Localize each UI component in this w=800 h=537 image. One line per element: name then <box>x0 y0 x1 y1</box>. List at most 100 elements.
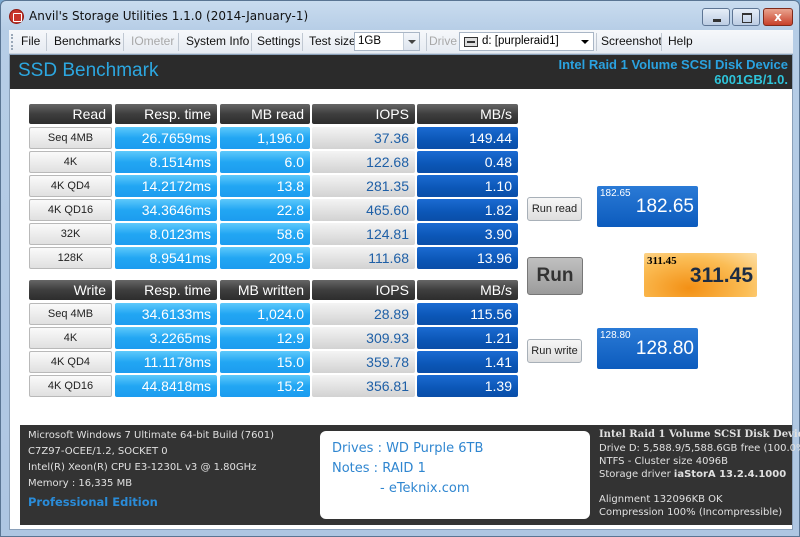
menu-iometer[interactable]: IOmeter <box>131 34 174 48</box>
benchmark-header: SSD Benchmark Intel Raid 1 Volume SCSI D… <box>10 55 792 89</box>
menu-file[interactable]: File <box>21 34 40 48</box>
toolbar-grip-icon[interactable] <box>11 34 14 50</box>
write-header-mbs: MB/s <box>417 280 518 300</box>
write-iops: 359.78 <box>312 351 415 373</box>
write-resp-time: 11.1178ms <box>115 351 217 373</box>
write-iops: 28.89 <box>312 303 415 325</box>
device-name: Intel Raid 1 Volume SCSI Disk Device <box>558 57 788 72</box>
read-resp-time: 14.2172ms <box>115 175 217 197</box>
close-icon: x <box>774 10 782 24</box>
write-resp-time: 44.8418ms <box>115 375 217 397</box>
read-test-button[interactable]: Seq 4MB <box>29 127 112 149</box>
menu-settings[interactable]: Settings <box>257 34 300 48</box>
read-score: 182.65 <box>635 196 694 217</box>
drive-dropdown[interactable]: d: [purpleraid1] <box>459 32 594 51</box>
read-test-button[interactable]: 4K QD4 <box>29 175 112 197</box>
storage-driver-value: iaStorA 13.2.4.1000 <box>673 469 787 480</box>
read-score-small: 182.65 <box>600 188 631 199</box>
write-mb: 1,024.0 <box>220 303 310 325</box>
menu-separator <box>661 33 662 51</box>
read-mb: 1,196.0 <box>220 127 310 149</box>
write-test-button[interactable]: 4K QD4 <box>29 351 112 373</box>
menu-help[interactable]: Help <box>668 34 693 48</box>
read-resp-time: 8.1514ms <box>115 151 217 173</box>
write-score: 128.80 <box>635 338 694 359</box>
read-resp-time: 8.9541ms <box>115 247 217 269</box>
write-test-button[interactable]: 4K <box>29 327 112 349</box>
read-test-button[interactable]: 32K <box>29 223 112 245</box>
chevron-down-icon[interactable] <box>403 33 419 50</box>
run-button[interactable]: Run <box>527 257 583 295</box>
read-header-resp: Resp. time <box>115 104 217 124</box>
read-mbs: 1.10 <box>417 175 518 197</box>
write-mb: 15.0 <box>220 351 310 373</box>
write-score-small: 128.80 <box>600 330 631 341</box>
read-mbs: 1.82 <box>417 199 518 221</box>
read-test-button[interactable]: 4K <box>29 151 112 173</box>
motherboard-info: C7Z97-OCEE/1.2, SOCKET 0 <box>28 446 168 457</box>
test-size-dropdown[interactable]: 1GB <box>354 32 420 51</box>
os-info: Microsoft Windows 7 Ultimate 64-bit Buil… <box>28 430 275 441</box>
read-header-mbs: MB/s <box>417 104 518 124</box>
write-iops: 356.81 <box>312 375 415 397</box>
read-header-test: Read <box>29 104 112 124</box>
close-button[interactable]: x <box>763 8 793 26</box>
read-mbs: 0.48 <box>417 151 518 173</box>
window-title: Anvil's Storage Utilities 1.1.0 (2014-Ja… <box>29 9 309 23</box>
read-mb: 22.8 <box>220 199 310 221</box>
read-resp-time: 8.0123ms <box>115 223 217 245</box>
menu-separator <box>302 33 303 51</box>
read-mb: 58.6 <box>220 223 310 245</box>
drive-filesystem: NTFS - Cluster size 4096B <box>599 456 729 467</box>
memory-info: Memory : 16,335 MB <box>28 478 133 489</box>
read-test-button[interactable]: 4K QD16 <box>29 199 112 221</box>
test-size-value: 1GB <box>358 35 382 47</box>
menu-system-info[interactable]: System Info <box>186 34 249 48</box>
menu-bar: File Benchmarks IOmeter System Info Sett… <box>9 30 793 54</box>
total-score: 311.45 <box>689 264 753 287</box>
read-iops: 122.68 <box>312 151 415 173</box>
maximize-button[interactable] <box>732 8 760 26</box>
test-size-label: Test size <box>309 34 356 48</box>
storage-driver-label: Storage driver <box>599 469 671 480</box>
chevron-down-icon[interactable] <box>577 33 593 50</box>
anvil-app-icon <box>9 9 24 24</box>
write-resp-time: 34.6133ms <box>115 303 217 325</box>
drive-free-space: Drive D: 5,588.9/5,588.6GB free (100.0%) <box>599 443 800 454</box>
write-mb: 12.9 <box>220 327 310 349</box>
main-panel: SSD Benchmark Intel Raid 1 Volume SCSI D… <box>9 54 800 530</box>
read-mbs: 13.96 <box>417 247 518 269</box>
edition-label: Professional Edition <box>28 495 158 509</box>
run-read-button[interactable]: Run read <box>527 197 582 221</box>
read-header-mb: MB read <box>220 104 310 124</box>
write-resp-time: 3.2265ms <box>115 327 217 349</box>
read-iops: 465.60 <box>312 199 415 221</box>
read-resp-time: 34.3646ms <box>115 199 217 221</box>
read-test-button[interactable]: 128K <box>29 247 112 269</box>
storage-driver: Storage driver iaStorA 13.2.4.1000 <box>599 469 786 480</box>
read-resp-time: 26.7659ms <box>115 127 217 149</box>
read-mb: 6.0 <box>220 151 310 173</box>
write-mbs: 1.39 <box>417 375 518 397</box>
write-header-resp: Resp. time <box>115 280 217 300</box>
write-mbs: 1.21 <box>417 327 518 349</box>
read-mb: 209.5 <box>220 247 310 269</box>
read-iops: 124.81 <box>312 223 415 245</box>
write-header-mb: MB written <box>220 280 310 300</box>
minimize-button[interactable] <box>702 8 730 26</box>
menu-benchmarks[interactable]: Benchmarks <box>54 34 121 48</box>
menu-separator <box>426 33 427 51</box>
notes-drives: Drives : WD Purple 6TB <box>332 441 484 456</box>
write-test-button[interactable]: 4K QD16 <box>29 375 112 397</box>
menu-screenshot[interactable]: Screenshot <box>601 34 662 48</box>
notes-box[interactable]: Drives : WD Purple 6TB Notes : RAID 1 - … <box>320 431 590 519</box>
menu-separator <box>596 33 597 51</box>
drive-compression: Compression 100% (Incompressible) <box>599 507 783 518</box>
write-test-button[interactable]: Seq 4MB <box>29 303 112 325</box>
menu-separator <box>46 33 47 51</box>
write-iops: 309.93 <box>312 327 415 349</box>
run-write-button[interactable]: Run write <box>527 339 582 363</box>
read-mbs: 149.44 <box>417 127 518 149</box>
title-bar: Anvil's Storage Utilities 1.1.0 (2014-Ja… <box>1 1 799 29</box>
write-header-test: Write <box>29 280 112 300</box>
